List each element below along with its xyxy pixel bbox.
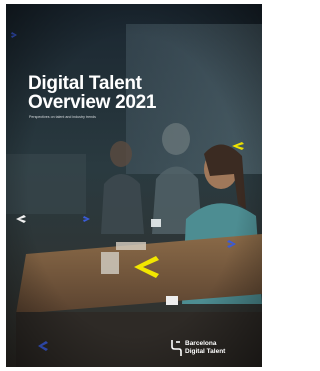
report-title: Digital Talent Overview 2021 bbox=[28, 74, 156, 112]
page-frame: Digital Talent Overview 2021 Perspective… bbox=[0, 0, 268, 371]
cover-photo bbox=[6, 4, 262, 367]
report-subtitle: Perspectives on talent and industry tren… bbox=[29, 115, 96, 119]
title-line-1: Digital Talent bbox=[28, 73, 142, 94]
logo-line-2: Digital Talent bbox=[185, 348, 226, 355]
report-cover: Digital Talent Overview 2021 Perspective… bbox=[6, 4, 262, 367]
logo-text: Barcelona Digital Talent bbox=[185, 340, 225, 356]
logo-line-1: Barcelona bbox=[185, 340, 217, 347]
title-line-2: Overview 2021 bbox=[28, 92, 157, 113]
logo-mark-icon bbox=[171, 340, 182, 356]
